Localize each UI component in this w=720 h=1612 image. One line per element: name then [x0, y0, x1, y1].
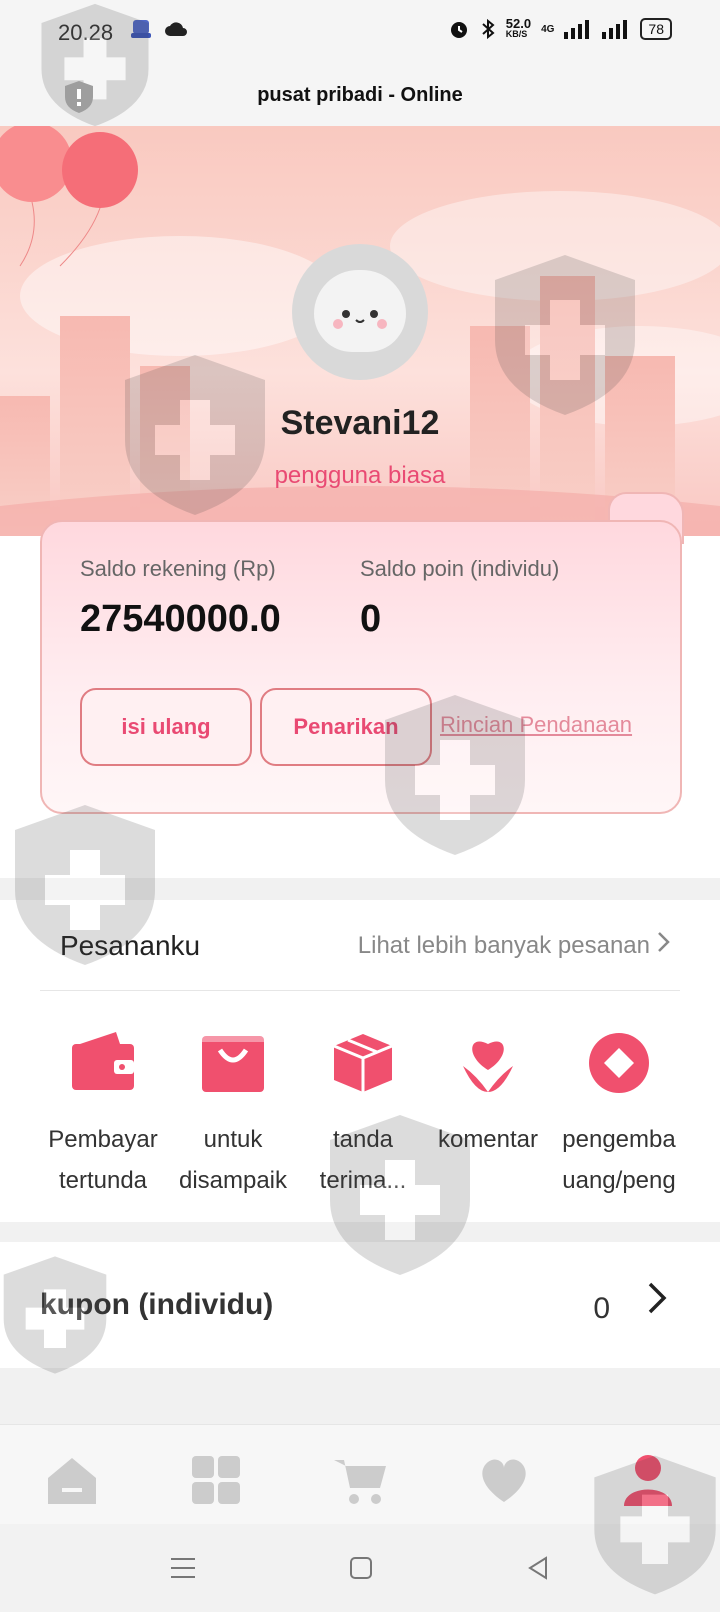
- order-label-line1: pengemba: [562, 1126, 676, 1153]
- order-refund[interactable]: pengemba uang/peng: [556, 1030, 682, 1201]
- app-notification-icon: [131, 20, 151, 38]
- shopping-bag-icon: [202, 1036, 264, 1092]
- order-label-line2: terima...: [319, 1167, 407, 1194]
- section-divider: [0, 1222, 720, 1242]
- network-type: 4G: [541, 23, 555, 35]
- avatar-face: [314, 270, 406, 352]
- points-label: Saldo poin (individu): [360, 556, 560, 581]
- bluetooth-icon: [482, 18, 495, 40]
- more-orders-link[interactable]: Lihat lebih banyak pesanan: [358, 932, 650, 960]
- package-icon: [333, 1034, 393, 1092]
- back-icon[interactable]: [526, 1556, 550, 1580]
- divider: [40, 990, 680, 991]
- username: Stevani12: [280, 404, 440, 442]
- net-speed: 52.0: [505, 16, 532, 31]
- status-time: 20.28: [58, 20, 114, 45]
- signal-icon-2: [602, 20, 628, 39]
- order-pending-payment[interactable]: Pembayar tertunda: [40, 1030, 166, 1201]
- refund-icon: [589, 1033, 649, 1093]
- cart-icon[interactable]: [332, 1454, 388, 1506]
- coupon-count: 0: [593, 1292, 610, 1325]
- cloud-icon: [165, 22, 187, 36]
- battery-indicator: 78: [640, 18, 672, 40]
- order-label-line1: tanda: [332, 1126, 394, 1153]
- order-label-line1: untuk: [203, 1126, 263, 1153]
- withdraw-button[interactable]: Penarikan: [260, 688, 432, 766]
- home-icon[interactable]: [44, 1454, 100, 1506]
- avatar[interactable]: [292, 244, 428, 380]
- section-divider: [0, 878, 720, 900]
- menu-icon[interactable]: [170, 1556, 196, 1580]
- funding-details-link[interactable]: Rincian Pendanaan: [440, 712, 632, 738]
- user-level: pengguna biasa: [274, 462, 446, 489]
- section-divider: [0, 1368, 720, 1424]
- wallet-icon: [72, 1032, 134, 1090]
- grid-icon[interactable]: [188, 1454, 244, 1506]
- coupon-label: kupon (individu): [40, 1288, 274, 1321]
- order-to-receive[interactable]: tanda terima...: [300, 1030, 426, 1201]
- order-label-line2: tertunda: [58, 1167, 148, 1194]
- alarm-icon: [450, 22, 467, 38]
- order-label-line2: disampaik: [178, 1167, 288, 1194]
- chevron-right-icon[interactable]: [656, 928, 672, 956]
- signal-icon: [564, 20, 590, 39]
- order-review[interactable]: komentar: [425, 1030, 551, 1160]
- home-square-icon[interactable]: [349, 1556, 373, 1580]
- shield-icon: [65, 81, 93, 113]
- order-label-line2: uang/peng: [562, 1167, 676, 1194]
- order-label-line1: Pembayar: [48, 1126, 158, 1153]
- chevron-right-icon[interactable]: [646, 1280, 668, 1316]
- order-label-line1: komentar: [437, 1126, 539, 1153]
- net-speed-unit: KB/S: [505, 29, 528, 39]
- page-title: pusat pribadi - Online: [0, 64, 720, 126]
- status-bar: 20.28 52.0 KB/S 4G 78: [0, 0, 720, 64]
- balance-label: Saldo rekening (Rp): [80, 556, 276, 581]
- person-icon[interactable]: [620, 1454, 676, 1506]
- orders-title: Pesananku: [60, 930, 201, 961]
- balance-value: 27540000.0: [80, 598, 281, 640]
- heart-icon[interactable]: [476, 1454, 532, 1506]
- flower-icon: [463, 1041, 513, 1092]
- order-to-ship[interactable]: untuk disampaik: [170, 1030, 296, 1201]
- topup-button[interactable]: isi ulang: [80, 688, 252, 766]
- points-value: 0: [360, 598, 382, 640]
